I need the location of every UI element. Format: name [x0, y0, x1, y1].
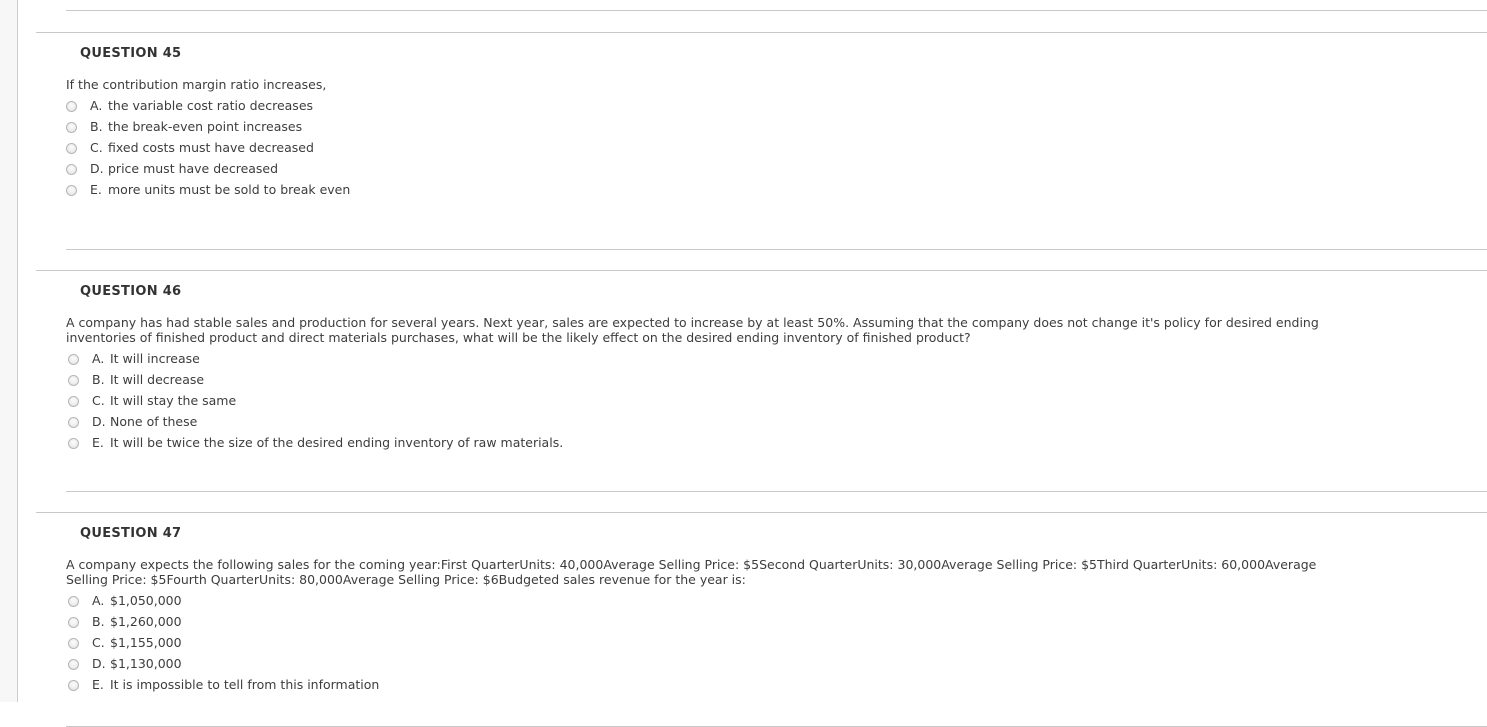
option-letter: C.: [90, 139, 103, 155]
question-prompt-46: A company has had stable sales and produ…: [66, 314, 1319, 346]
option-radio-cell[interactable]: [19, 611, 92, 632]
option-radio-cell[interactable]: [19, 411, 92, 432]
question-block-47: QUESTION 47 A company expects the follow…: [19, 513, 1487, 695]
option-text[interactable]: It will stay the same: [110, 390, 563, 411]
option-letter: A.: [92, 350, 105, 366]
option-text[interactable]: None of these: [110, 411, 563, 432]
radio-button-icon[interactable]: [68, 416, 79, 428]
radio-button-icon[interactable]: [68, 637, 79, 649]
option-radio-cell[interactable]: [19, 179, 90, 200]
option-radio-cell[interactable]: [19, 390, 92, 411]
option-letter: D.: [92, 413, 106, 429]
radio-button-icon[interactable]: [68, 658, 79, 670]
option-letter: A.: [90, 97, 103, 113]
option-text[interactable]: $1,260,000: [110, 611, 379, 632]
radio-button-icon[interactable]: [68, 616, 79, 628]
radio-button-icon[interactable]: [66, 100, 77, 112]
options-list-45: A. the variable cost ratio decreases B. …: [19, 95, 350, 200]
question-heading-45: QUESTION 45: [80, 46, 182, 61]
option-row[interactable]: B. $1,260,000: [19, 611, 379, 632]
radio-button-icon[interactable]: [66, 163, 77, 175]
option-text[interactable]: It is impossible to tell from this infor…: [110, 674, 379, 695]
radio-button-icon[interactable]: [66, 121, 77, 133]
option-row[interactable]: B. It will decrease: [19, 369, 563, 390]
option-radio-cell[interactable]: [19, 653, 92, 674]
radio-button-icon[interactable]: [68, 374, 79, 386]
option-letter: C.: [92, 634, 105, 650]
option-text[interactable]: It will increase: [110, 348, 563, 369]
option-letter: D.: [92, 655, 106, 671]
option-text[interactable]: $1,050,000: [110, 590, 379, 611]
option-letter: B.: [92, 613, 105, 629]
radio-button-icon[interactable]: [68, 395, 79, 407]
radio-button-icon[interactable]: [68, 679, 79, 691]
option-row[interactable]: E. more units must be sold to break even: [19, 179, 350, 200]
left-gutter-strip: [0, 0, 18, 702]
option-row[interactable]: D. $1,130,000: [19, 653, 379, 674]
option-row[interactable]: C. $1,155,000: [19, 632, 379, 653]
option-letter: A.: [92, 592, 105, 608]
option-radio-cell[interactable]: [19, 116, 90, 137]
radio-button-icon[interactable]: [68, 437, 79, 449]
option-radio-cell[interactable]: [19, 137, 90, 158]
option-letter: B.: [92, 371, 105, 387]
divider-rule-bottom-inner: [66, 725, 1487, 727]
option-row[interactable]: A. $1,050,000: [19, 590, 379, 611]
option-letter: C.: [92, 392, 105, 408]
question-prompt-47: A company expects the following sales fo…: [66, 556, 1317, 588]
radio-button-icon[interactable]: [68, 353, 79, 365]
options-list-47: A. $1,050,000 B. $1,260,000 C. $1,155,00…: [19, 590, 379, 695]
option-row[interactable]: C. It will stay the same: [19, 390, 563, 411]
option-letter: E.: [92, 676, 104, 692]
option-letter: B.: [90, 118, 103, 134]
option-radio-cell[interactable]: [19, 432, 92, 453]
option-row[interactable]: D. price must have decreased: [19, 158, 350, 179]
option-radio-cell[interactable]: [19, 674, 92, 695]
option-radio-cell[interactable]: [19, 590, 92, 611]
option-row[interactable]: E. It will be twice the size of the desi…: [19, 432, 563, 453]
option-radio-cell[interactable]: [19, 95, 90, 116]
option-text[interactable]: It will be twice the size of the desired…: [110, 432, 563, 453]
option-text[interactable]: the break-even point increases: [108, 116, 350, 137]
option-text[interactable]: $1,155,000: [110, 632, 379, 653]
option-text[interactable]: It will decrease: [110, 369, 563, 390]
option-radio-cell[interactable]: [19, 348, 92, 369]
question-block-46: QUESTION 46 A company has had stable sal…: [19, 271, 1487, 453]
question-heading-46: QUESTION 46: [80, 283, 182, 299]
option-text[interactable]: the variable cost ratio decreases: [108, 95, 350, 116]
options-list-46: A. It will increase B. It will decrease …: [19, 348, 563, 453]
option-row[interactable]: D. None of these: [19, 411, 563, 432]
option-text[interactable]: more units must be sold to break even: [108, 179, 350, 200]
question-prompt-45: If the contribution margin ratio increas…: [66, 77, 327, 92]
option-letter: E.: [90, 181, 102, 197]
radio-button-icon[interactable]: [66, 142, 77, 154]
question-block-45: QUESTION 45 If the contribution margin r…: [19, 33, 1487, 200]
option-row[interactable]: C. fixed costs must have decreased: [19, 137, 350, 158]
option-radio-cell[interactable]: [19, 632, 92, 653]
option-row[interactable]: A. the variable cost ratio decreases: [19, 95, 350, 116]
option-letter: E.: [92, 434, 104, 450]
option-text[interactable]: $1,130,000: [110, 653, 379, 674]
radio-button-icon[interactable]: [66, 184, 77, 196]
quiz-page: QUESTION 45 If the contribution margin r…: [19, 0, 1487, 727]
option-row[interactable]: A. It will increase: [19, 348, 563, 369]
option-row[interactable]: E. It is impossible to tell from this in…: [19, 674, 379, 695]
option-row[interactable]: B. the break-even point increases: [19, 116, 350, 137]
option-radio-cell[interactable]: [19, 369, 92, 390]
option-letter: D.: [90, 160, 104, 176]
option-radio-cell[interactable]: [19, 158, 90, 179]
radio-button-icon[interactable]: [68, 595, 79, 607]
question-heading-47: QUESTION 47: [80, 525, 182, 541]
option-text[interactable]: fixed costs must have decreased: [108, 137, 350, 158]
option-text[interactable]: price must have decreased: [108, 158, 350, 179]
